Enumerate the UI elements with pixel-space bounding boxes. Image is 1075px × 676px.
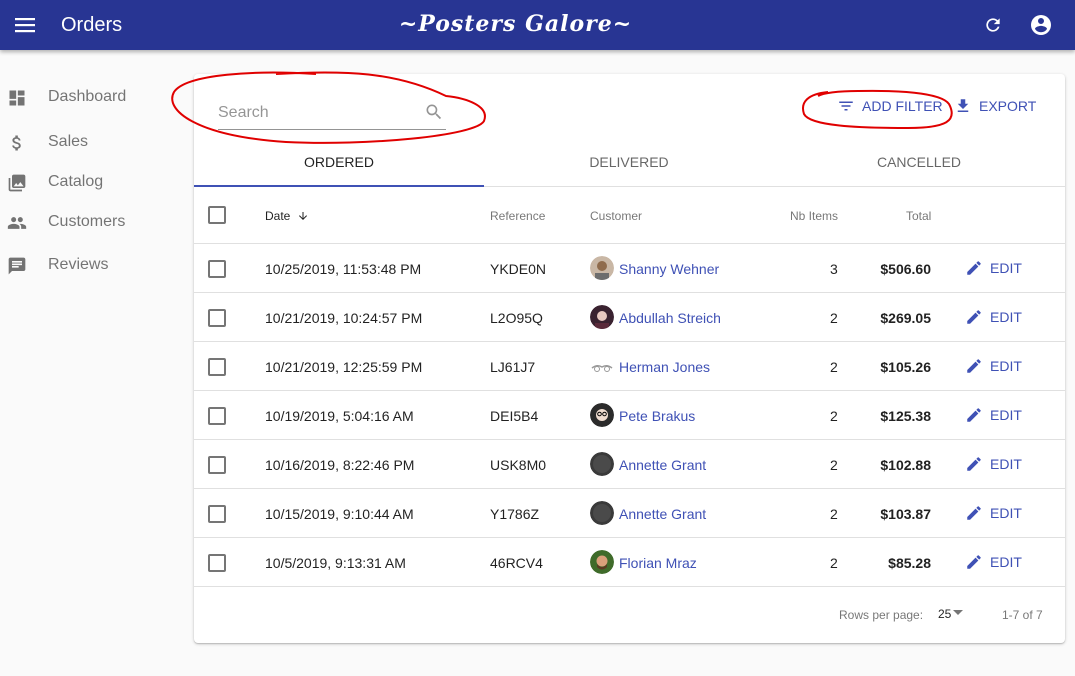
pencil-icon xyxy=(964,454,984,474)
edit-button[interactable]: EDIT xyxy=(964,307,1022,327)
arrow-down-icon xyxy=(298,212,307,220)
order-total: $125.38 xyxy=(880,408,931,424)
add-filter-button[interactable]: ADD FILTER xyxy=(836,94,943,118)
rows-per-page-label: Rows per page: xyxy=(839,608,924,622)
order-total: $103.87 xyxy=(880,506,931,522)
order-total: $506.60 xyxy=(880,261,931,277)
sidebar-item-reviews[interactable]: Reviews xyxy=(0,247,190,283)
dollar-icon xyxy=(6,132,28,154)
brand-logo: ~Posters Galore~ xyxy=(398,11,633,37)
pencil-icon xyxy=(964,356,984,376)
sidebar-item-sales[interactable]: Sales xyxy=(0,124,190,160)
total-column-header[interactable]: Total xyxy=(906,209,931,223)
sidebar-item-label: Dashboard xyxy=(48,88,127,105)
select-all-checkbox[interactable] xyxy=(208,206,226,224)
rows-per-page-select[interactable]: 25 xyxy=(938,607,951,621)
comment-icon xyxy=(6,255,28,277)
order-total: $105.26 xyxy=(880,359,931,375)
table-row[interactable]: 10/19/2019, 5:04:16 AM DEI5B4 Pete Braku… xyxy=(194,391,1065,440)
refresh-icon[interactable] xyxy=(980,12,1006,38)
search-field[interactable] xyxy=(218,98,446,130)
sidebar-item-dashboard[interactable]: Dashboard xyxy=(0,79,190,115)
table-header: Date Reference Customer Nb Items Total xyxy=(194,187,1065,244)
customer-column-header[interactable]: Customer xyxy=(590,209,642,223)
dashboard-icon xyxy=(6,87,28,109)
search-input[interactable] xyxy=(218,102,418,124)
sidebar-item-catalog[interactable]: Catalog xyxy=(0,164,190,200)
edit-button[interactable]: EDIT xyxy=(964,356,1022,376)
table-row[interactable]: 10/5/2019, 9:13:31 AM 46RCV4 Florian Mra… xyxy=(194,538,1065,587)
edit-button[interactable]: EDIT xyxy=(964,552,1022,572)
tab-ordered[interactable]: ORDERED xyxy=(194,144,484,187)
sidebar-item-label: Reviews xyxy=(48,256,109,273)
people-icon xyxy=(6,212,28,234)
orders-card: ADD FILTER EXPORT ORDERED DELIVERED CANC… xyxy=(194,74,1065,643)
pencil-icon xyxy=(964,307,984,327)
items-column-header[interactable]: Nb Items xyxy=(790,209,838,223)
sidebar-item-customers[interactable]: Customers xyxy=(0,204,190,240)
filter-list-icon xyxy=(836,96,856,116)
chevron-down-icon[interactable] xyxy=(953,610,963,615)
date-column-header[interactable]: Date xyxy=(265,209,309,223)
sidebar-item-label: Sales xyxy=(48,133,89,150)
export-button[interactable]: EXPORT xyxy=(953,94,1036,118)
sidebar-item-label: Catalog xyxy=(48,173,104,190)
reference-column-header[interactable]: Reference xyxy=(490,209,545,223)
edit-button[interactable]: EDIT xyxy=(964,503,1022,523)
edit-button[interactable]: EDIT xyxy=(964,454,1022,474)
order-total: $102.88 xyxy=(880,457,931,473)
table-row[interactable]: 10/15/2019, 9:10:44 AM Y1786Z Annette Gr… xyxy=(194,489,1065,538)
pencil-icon xyxy=(964,552,984,572)
tab-delivered[interactable]: DELIVERED xyxy=(484,144,774,187)
search-icon[interactable] xyxy=(424,102,444,127)
add-filter-label: ADD FILTER xyxy=(862,98,943,114)
pencil-icon xyxy=(964,405,984,425)
order-total: $269.05 xyxy=(880,310,931,326)
account-icon[interactable] xyxy=(1028,12,1054,38)
status-tabs: ORDERED DELIVERED CANCELLED xyxy=(194,144,1065,187)
order-total: $85.28 xyxy=(888,555,931,571)
pagination-range: 1-7 of 7 xyxy=(1002,608,1043,622)
pagination: Rows per page: 25 1-7 of 7 xyxy=(194,594,1065,634)
edit-button[interactable]: EDIT xyxy=(964,405,1022,425)
app-bar: Orders ~Posters Galore~ xyxy=(0,0,1075,50)
download-icon xyxy=(953,96,973,116)
table-row[interactable]: 10/25/2019, 11:53:48 PM YKDE0N Shanny We… xyxy=(194,244,1065,293)
photo-library-icon xyxy=(6,172,28,194)
table-row[interactable]: 10/21/2019, 12:25:59 PM LJ61J7 Herman Jo… xyxy=(194,342,1065,391)
pencil-icon xyxy=(964,258,984,278)
edit-button[interactable]: EDIT xyxy=(964,258,1022,278)
pencil-icon xyxy=(964,503,984,523)
export-label: EXPORT xyxy=(979,98,1037,114)
table-row[interactable]: 10/21/2019, 10:24:57 PM L2O95Q Abdullah … xyxy=(194,293,1065,342)
tab-cancelled[interactable]: CANCELLED xyxy=(774,144,1064,187)
sidebar-item-label: Customers xyxy=(48,213,126,230)
table-row[interactable]: 10/16/2019, 8:22:46 PM USK8M0 Annette Gr… xyxy=(194,440,1065,489)
